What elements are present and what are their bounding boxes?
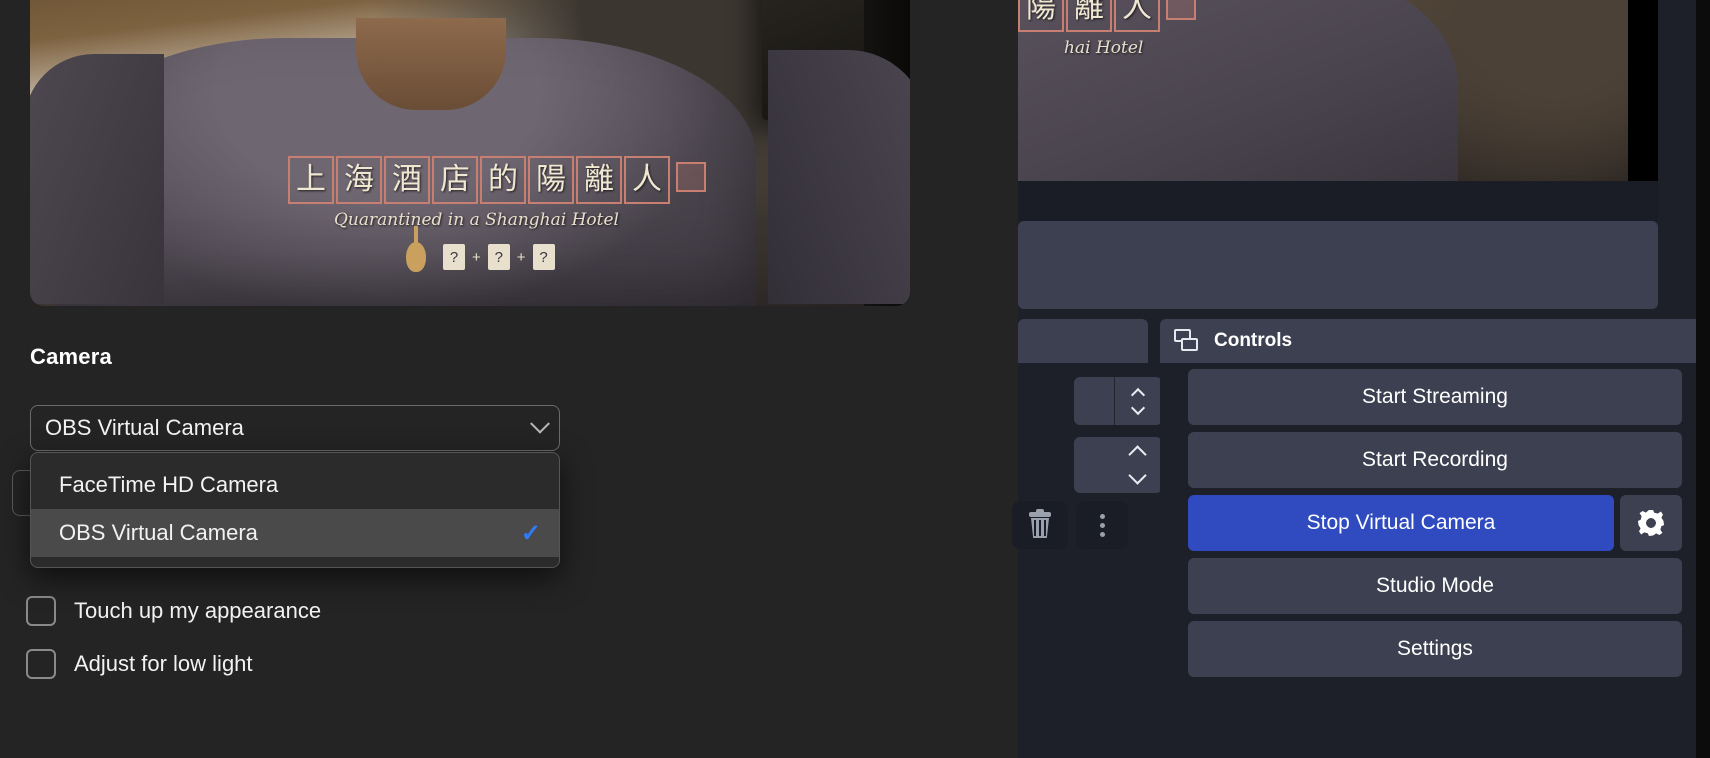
preview-person-neck xyxy=(356,18,506,110)
settings-button[interactable]: Settings xyxy=(1188,621,1682,677)
touch-up-appearance-checkbox[interactable] xyxy=(26,596,56,626)
studio-mode-button[interactable]: Studio Mode xyxy=(1188,558,1682,614)
camera-select[interactable]: OBS Virtual Camera xyxy=(30,405,560,451)
start-recording-button[interactable]: Start Recording xyxy=(1188,432,1682,488)
camera-select-value: OBS Virtual Camera xyxy=(45,415,244,440)
trash-icon xyxy=(1029,509,1051,538)
controls-dock-title: Controls xyxy=(1214,330,1293,351)
obs-preview-letterbox xyxy=(1628,0,1658,181)
screen-root: 上 海 酒 店 的 陽 離 人 Quarantined in a Shangha… xyxy=(0,0,1710,758)
obs-canvas-gap xyxy=(1018,181,1658,221)
obs-left-dock-header xyxy=(1018,319,1148,363)
camera-menu-item-label: OBS Virtual Camera xyxy=(59,520,258,545)
more-vertical-icon xyxy=(1099,513,1105,537)
preview-shoulder-right xyxy=(768,50,910,304)
stop-virtual-camera-button[interactable]: Stop Virtual Camera xyxy=(1188,495,1614,551)
caret-down-icon[interactable] xyxy=(1127,466,1147,485)
obs-upper-dock xyxy=(1018,221,1658,309)
obs-preview-torso xyxy=(1018,0,1458,181)
check-icon: ✓ xyxy=(520,519,541,547)
source-options-button[interactable] xyxy=(1076,501,1128,549)
caret-down-icon[interactable] xyxy=(1130,400,1145,415)
obs-window-right-edge xyxy=(1696,0,1710,758)
controls-dock: Start Streaming Start Recording Stop Vir… xyxy=(1160,363,1710,758)
adjust-low-light-checkbox[interactable] xyxy=(26,649,56,679)
touch-up-appearance-label: Touch up my appearance xyxy=(74,598,322,623)
gear-icon xyxy=(1638,510,1664,536)
adjust-low-light-row[interactable]: Adjust for low light xyxy=(26,649,253,679)
camera-dropdown-menu[interactable]: FaceTime HD Camera OBS Virtual Camera ✓ xyxy=(30,452,560,568)
camera-section-heading: Camera xyxy=(30,344,112,369)
preview-shoulder-left xyxy=(30,54,164,304)
controls-dock-header: Controls xyxy=(1160,319,1710,363)
obs-window: 陽 離 人 hai Hotel Controls Start Streaming… xyxy=(1012,0,1710,758)
obs-spinbox-stepper-2[interactable] xyxy=(1114,437,1160,493)
panes-icon xyxy=(1174,329,1200,353)
camera-menu-item-facetime[interactable]: FaceTime HD Camera xyxy=(31,461,559,509)
chevron-down-icon xyxy=(530,413,550,434)
obs-preview-image: 陽 離 人 hai Hotel xyxy=(1018,0,1630,181)
zoom-video-settings-panel: 上 海 酒 店 的 陽 離 人 Quarantined in a Shangha… xyxy=(0,0,1018,758)
virtual-camera-row: Stop Virtual Camera xyxy=(1188,495,1682,551)
touch-up-appearance-row[interactable]: Touch up my appearance xyxy=(26,596,321,626)
camera-preview: 上 海 酒 店 的 陽 離 人 Quarantined in a Shangha… xyxy=(30,0,910,306)
caret-up-icon[interactable] xyxy=(1127,445,1147,464)
camera-menu-item-obs[interactable]: OBS Virtual Camera ✓ xyxy=(31,509,559,557)
start-streaming-button[interactable]: Start Streaming xyxy=(1188,369,1682,425)
virtual-camera-settings-button[interactable] xyxy=(1620,495,1682,551)
obs-preview-canvas: 陽 離 人 hai Hotel xyxy=(1018,0,1658,181)
obs-spinbox-stepper-1[interactable] xyxy=(1114,377,1160,425)
adjust-low-light-label: Adjust for low light xyxy=(74,651,253,676)
camera-menu-item-label: FaceTime HD Camera xyxy=(59,472,279,497)
delete-source-button[interactable] xyxy=(1012,501,1068,549)
